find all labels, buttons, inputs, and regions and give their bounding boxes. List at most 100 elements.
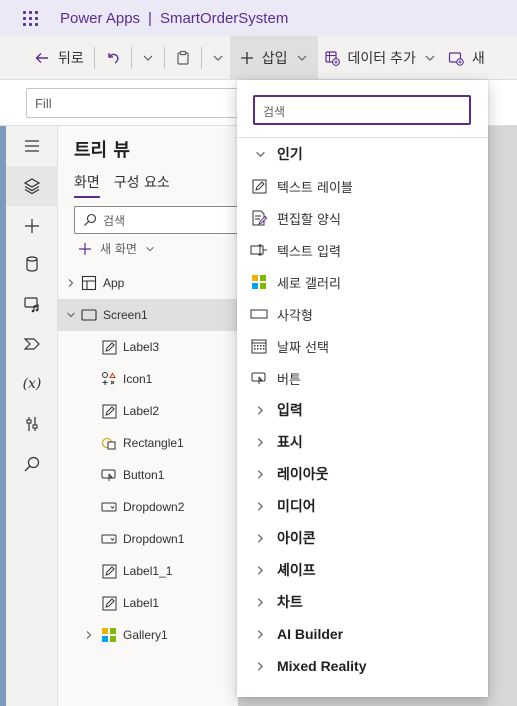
app-launcher-button[interactable] bbox=[0, 0, 60, 36]
paste-dropdown-button[interactable] bbox=[206, 36, 230, 80]
divider bbox=[130, 46, 132, 69]
undo-dropdown-button[interactable] bbox=[136, 36, 160, 80]
insert-rail-button[interactable] bbox=[6, 206, 58, 246]
insert-item-button[interactable]: 버튼 bbox=[237, 362, 488, 394]
advanced-tools-rail-button[interactable] bbox=[6, 404, 58, 444]
dropdown-icon bbox=[100, 530, 118, 548]
variable-icon: (x) bbox=[22, 376, 42, 392]
tab-screens[interactable]: 화면 bbox=[74, 172, 100, 198]
tree-label: App bbox=[103, 276, 125, 290]
chevron-right-icon bbox=[255, 597, 266, 608]
insert-item-text-input[interactable]: 텍스트 입력 bbox=[237, 234, 488, 266]
tree-row-button1[interactable]: Button1 bbox=[58, 459, 238, 491]
chevron-down-icon[interactable] bbox=[66, 310, 76, 320]
product-name[interactable]: Power Apps bbox=[60, 10, 140, 27]
add-data-button[interactable]: 데이터 추가 bbox=[318, 36, 442, 80]
tree-view-pane: 트리 뷰 화면 구성 요소 검색 새 화면 App Screen1 Label3 bbox=[58, 126, 244, 706]
insert-item-text-label[interactable]: 텍스트 레이블 bbox=[237, 170, 488, 202]
tree-row-label2[interactable]: Label2 bbox=[58, 395, 238, 427]
insert-item-rectangle[interactable]: 사각형 bbox=[237, 298, 488, 330]
tree-row-screen1[interactable]: Screen1 bbox=[58, 299, 238, 331]
category-layout[interactable]: 레이아웃 bbox=[237, 458, 488, 490]
tree-row-gallery1[interactable]: Gallery1 bbox=[58, 619, 238, 651]
insert-list: 인기 텍스트 레이블 편집할 양식 텍스트 입력 세로 갤러리 사각형 날짜 선… bbox=[237, 138, 488, 682]
database-icon bbox=[26, 256, 38, 272]
category-shapes[interactable]: 셰이프 bbox=[237, 554, 488, 586]
category-media[interactable]: 미디어 bbox=[237, 490, 488, 522]
item-label: 텍스트 레이블 bbox=[277, 180, 353, 196]
chevron-right-icon bbox=[255, 437, 266, 448]
back-button[interactable]: 뒤로 bbox=[28, 36, 90, 80]
new-screen-label: 새 화면 bbox=[100, 242, 137, 256]
category-mixed-reality[interactable]: Mixed Reality bbox=[237, 650, 488, 682]
chevron-right-icon[interactable] bbox=[66, 278, 76, 288]
tree-row-app[interactable]: App bbox=[58, 267, 238, 299]
category-label: AI Builder bbox=[277, 626, 344, 642]
chevron-right-icon bbox=[255, 661, 266, 672]
tree-row-label3[interactable]: Label3 bbox=[58, 331, 238, 363]
clipboard-icon bbox=[177, 50, 189, 65]
insert-label: 삽입 bbox=[261, 49, 288, 66]
layers-icon bbox=[23, 178, 41, 195]
insert-item-edit-form[interactable]: 편집할 양식 bbox=[237, 202, 488, 234]
menu-button[interactable] bbox=[6, 126, 58, 166]
new-screen-button[interactable]: 새 화면 bbox=[78, 240, 155, 257]
new-screen-toolbar-button[interactable]: 새 bbox=[442, 36, 491, 80]
category-input[interactable]: 입력 bbox=[237, 394, 488, 426]
property-dropdown[interactable]: Fill bbox=[26, 88, 246, 118]
back-label: 뒤로 bbox=[58, 49, 84, 66]
tree-row-dropdown2[interactable]: Dropdown2 bbox=[58, 491, 238, 523]
insert-button[interactable]: 삽입 bbox=[229, 35, 318, 80]
undo-icon bbox=[108, 52, 119, 64]
tree-label: Label3 bbox=[123, 340, 160, 354]
insert-search-input[interactable]: 검색 bbox=[253, 95, 471, 125]
media-rail-button[interactable] bbox=[6, 284, 58, 324]
waffle-icon bbox=[22, 10, 38, 26]
undo-button[interactable] bbox=[99, 36, 127, 80]
power-automate-rail-button[interactable] bbox=[6, 324, 58, 364]
tree-search-input[interactable]: 검색 bbox=[74, 206, 244, 234]
chevron-down-icon bbox=[425, 55, 435, 61]
tree-row-dropdown1[interactable]: Dropdown1 bbox=[58, 523, 238, 555]
insert-item-vertical-gallery[interactable]: 세로 갤러리 bbox=[237, 266, 488, 298]
tree-label: Label2 bbox=[123, 404, 160, 418]
edit-form-icon bbox=[250, 209, 268, 227]
tree-view-button[interactable] bbox=[6, 166, 58, 206]
chevron-right-icon bbox=[255, 469, 266, 480]
tree-row-label1[interactable]: Label1 bbox=[58, 587, 238, 619]
category-charts[interactable]: 차트 bbox=[237, 586, 488, 618]
category-label: 입력 bbox=[277, 403, 303, 419]
category-icons[interactable]: 아이콘 bbox=[237, 522, 488, 554]
tree-label: Dropdown2 bbox=[123, 500, 185, 514]
insert-item-date-picker[interactable]: 날짜 선택 bbox=[237, 330, 488, 362]
category-display[interactable]: 표시 bbox=[237, 426, 488, 458]
paste-button[interactable] bbox=[169, 36, 197, 80]
plus-icon bbox=[240, 51, 253, 64]
category-label: 레이아웃 bbox=[277, 467, 329, 483]
icon-control-icon bbox=[100, 370, 118, 388]
chevron-right-icon[interactable] bbox=[84, 630, 94, 640]
label-icon bbox=[100, 402, 118, 420]
data-rail-button[interactable] bbox=[6, 244, 58, 284]
category-ai-builder[interactable]: AI Builder bbox=[237, 618, 488, 650]
screen-icon bbox=[80, 306, 98, 324]
chevron-down-icon bbox=[297, 55, 306, 61]
chevron-down-icon bbox=[213, 55, 223, 61]
search-icon bbox=[24, 456, 40, 472]
app-name: SmartOrderSystem bbox=[159, 9, 289, 27]
canvas-edge bbox=[488, 126, 517, 706]
item-label: 날짜 선택 bbox=[277, 340, 329, 356]
tab-components[interactable]: 구성 요소 bbox=[114, 172, 170, 198]
item-label: 텍스트 입력 bbox=[277, 244, 341, 260]
left-nav-rail: (x) bbox=[6, 126, 58, 706]
gallery-icon bbox=[100, 626, 118, 644]
tree-row-rectangle1[interactable]: Rectangle1 bbox=[58, 427, 238, 459]
chevron-down-icon bbox=[143, 55, 153, 61]
item-label: 버튼 bbox=[277, 372, 301, 388]
tree-row-icon1[interactable]: Icon1 bbox=[58, 363, 238, 395]
category-popular[interactable]: 인기 bbox=[237, 138, 488, 170]
search-rail-button[interactable] bbox=[6, 444, 58, 484]
tree-row-label1-1[interactable]: Label1_1 bbox=[58, 555, 238, 587]
app-icon bbox=[80, 274, 98, 292]
variables-rail-button[interactable]: (x) bbox=[6, 364, 58, 404]
